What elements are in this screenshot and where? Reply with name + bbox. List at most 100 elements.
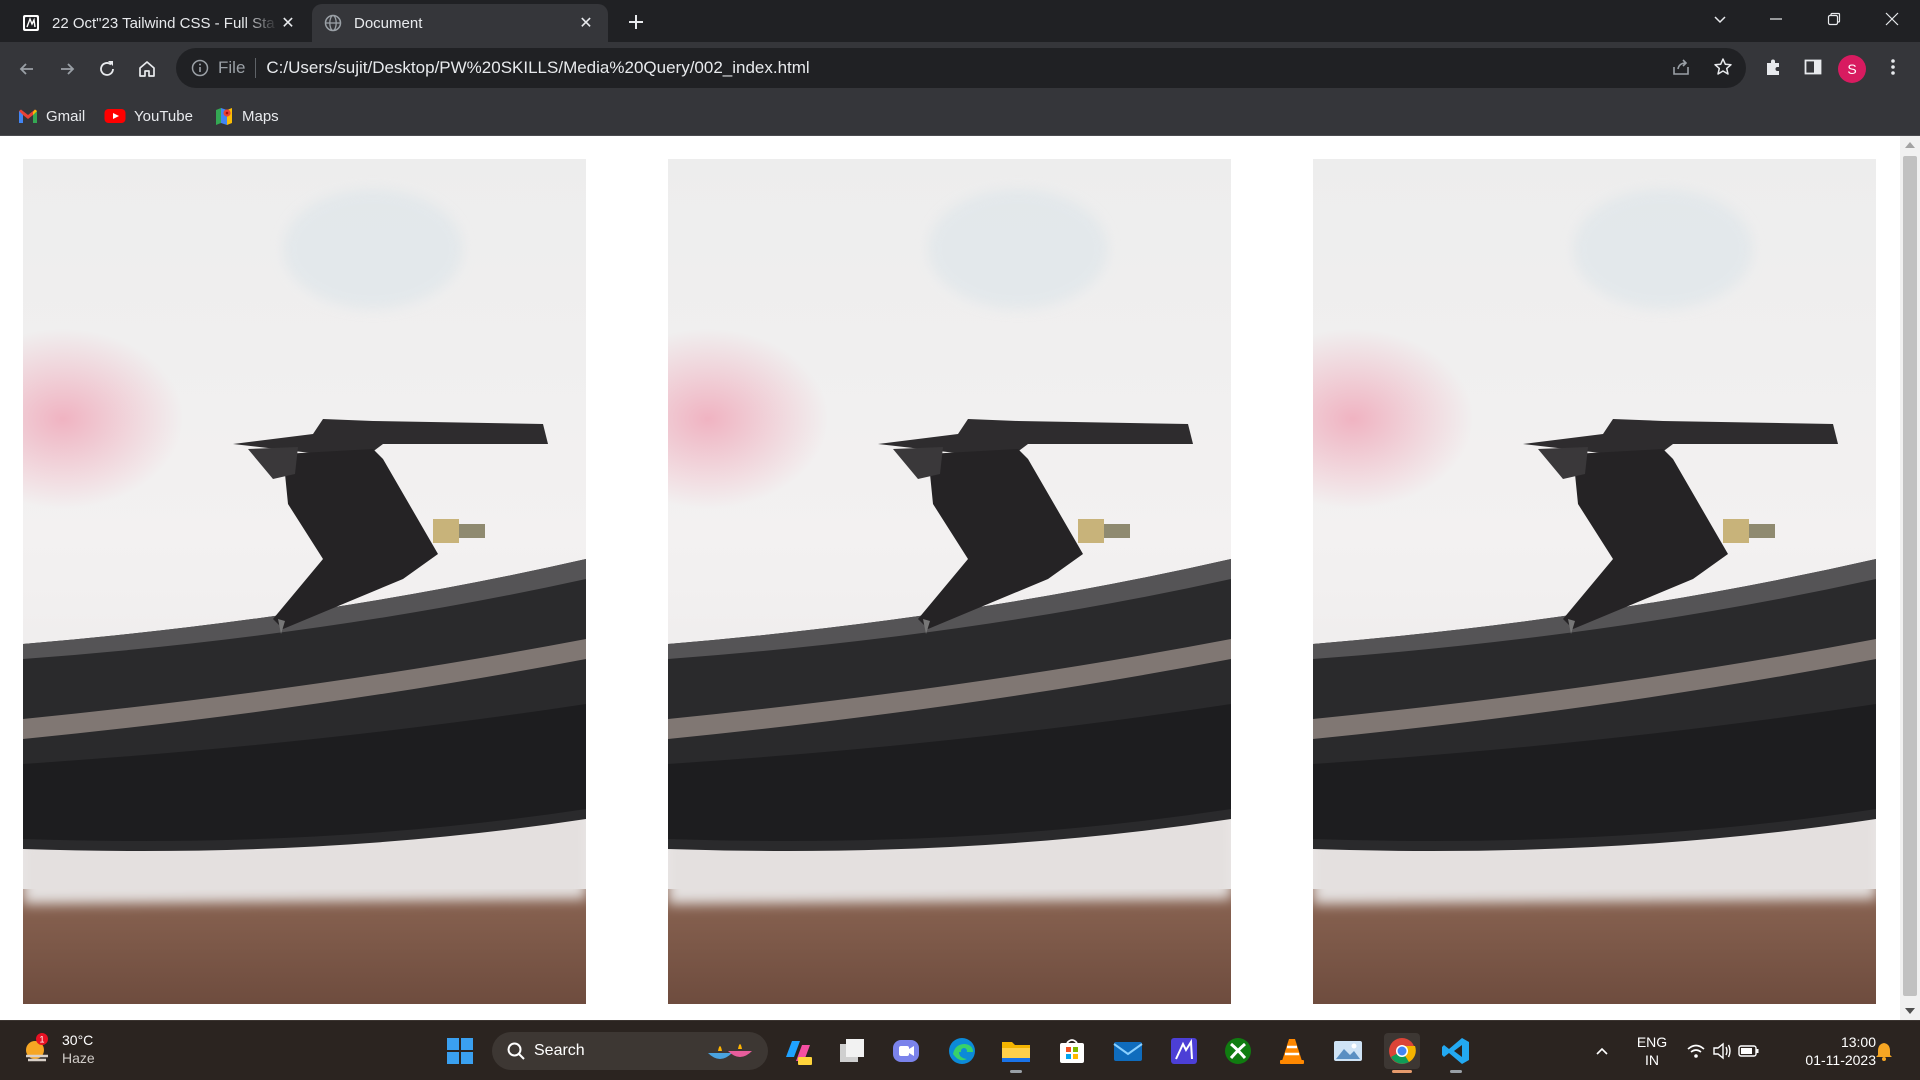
- store-icon: [1060, 1039, 1084, 1063]
- language-code: ENG: [1636, 1034, 1668, 1050]
- close-tab-icon[interactable]: ✕: [278, 13, 298, 33]
- restore-icon: [1827, 12, 1841, 26]
- close-icon: [1885, 12, 1899, 26]
- input-language-indicator[interactable]: ENG IN: [1632, 1033, 1672, 1069]
- clock-time: 13:00: [1840, 1034, 1876, 1050]
- page-viewport: [0, 136, 1900, 1020]
- taskbar-search[interactable]: Search: [492, 1032, 768, 1070]
- scroll-down-icon[interactable]: [1905, 1008, 1915, 1014]
- mail-icon: [1113, 1042, 1143, 1061]
- maps-icon: [216, 108, 232, 125]
- turntable-photo: [668, 159, 1231, 1004]
- chevron-down-icon: [1714, 16, 1726, 24]
- taskbar-clock[interactable]: 13:00 01-11-2023: [1780, 1033, 1876, 1069]
- search-icon: [507, 1042, 525, 1060]
- tab-strip: 22 Oct"23 Tailwind CSS - Full Sta ✕ Docu…: [0, 0, 1920, 42]
- kebab-menu-icon: [1891, 59, 1895, 75]
- quick-settings-button[interactable]: [1680, 1033, 1766, 1069]
- chrome-icon: [1389, 1038, 1416, 1064]
- bookmarks-bar: Gmail YouTube Maps: [0, 96, 1920, 136]
- url-text[interactable]: C:/Users/sujit/Desktop/PW%20SKILLS/Media…: [266, 58, 809, 78]
- taskbar-app-vscode[interactable]: [1438, 1033, 1474, 1073]
- bookmark-gmail[interactable]: Gmail: [18, 104, 85, 128]
- star-icon: [1714, 58, 1732, 75]
- scrollbar-thumb[interactable]: [1903, 156, 1917, 996]
- page-scrollbar[interactable]: [1900, 136, 1920, 1020]
- weather-badge: 1: [39, 1035, 44, 1045]
- tab-tailwind-css[interactable]: 22 Oct"23 Tailwind CSS - Full Sta ✕: [10, 4, 310, 42]
- taskbar-app-teams[interactable]: [888, 1033, 924, 1069]
- start-button[interactable]: [442, 1033, 478, 1069]
- tab-title: 22 Oct"23 Tailwind CSS - Full Sta: [52, 14, 275, 32]
- browser-menu-button[interactable]: [1878, 52, 1908, 82]
- arrow-left-icon: [19, 63, 33, 75]
- bookmark-label: Gmail: [46, 107, 86, 125]
- taskbar-app-task-view[interactable]: [834, 1033, 870, 1069]
- taskbar-app-mail[interactable]: [1110, 1033, 1146, 1069]
- scroll-up-icon[interactable]: [1905, 142, 1915, 148]
- chevron-up-icon: [1596, 1047, 1608, 1055]
- weather-condition: Haze: [62, 1050, 95, 1066]
- side-panel-button[interactable]: [1798, 52, 1828, 82]
- puzzle-icon: [1767, 59, 1779, 75]
- copilot-icon: [786, 1041, 812, 1065]
- running-indicator: [1392, 1070, 1412, 1073]
- vlc-cone-icon: [1280, 1039, 1304, 1064]
- taskbar-app-store[interactable]: [1054, 1033, 1090, 1069]
- site-info-icon[interactable]: [190, 58, 210, 78]
- address-bar[interactable]: File C:/Users/sujit/Desktop/PW%20SKILLS/…: [176, 48, 1746, 88]
- bookmark-star-button[interactable]: [1708, 52, 1738, 82]
- turntable-photo: [1313, 159, 1876, 1004]
- volume-icon: [1713, 1042, 1731, 1060]
- minimize-button[interactable]: [1748, 0, 1804, 38]
- share-button[interactable]: [1666, 52, 1696, 82]
- reload-button[interactable]: [90, 52, 124, 86]
- taskbar-app-xbox[interactable]: [1220, 1033, 1256, 1069]
- url-separator: [255, 58, 257, 78]
- close-tab-icon[interactable]: ✕: [576, 13, 596, 33]
- back-button[interactable]: [10, 52, 44, 86]
- weather-sun-icon: 1: [26, 1033, 48, 1062]
- share-icon: [1673, 59, 1689, 75]
- battery-icon: [1738, 1045, 1759, 1057]
- forward-button[interactable]: [50, 52, 84, 86]
- taskbar-app-pen[interactable]: [1166, 1033, 1202, 1069]
- diwali-lamp-icon: [708, 1044, 752, 1059]
- taskbar-app-file-explorer[interactable]: [998, 1033, 1034, 1073]
- restore-button[interactable]: [1806, 0, 1862, 38]
- tab-document[interactable]: Document ✕: [312, 4, 608, 42]
- edge-icon: [949, 1038, 975, 1064]
- taskbar-app-edge[interactable]: [944, 1033, 980, 1069]
- weather-widget[interactable]: 1 30°C Haze: [20, 1031, 95, 1067]
- show-hidden-icons-button[interactable]: [1584, 1033, 1620, 1069]
- home-icon: [139, 61, 155, 77]
- taskbar-app-copilot[interactable]: [780, 1033, 816, 1069]
- taskbar-app-vlc[interactable]: [1274, 1033, 1310, 1069]
- running-indicator: [1010, 1070, 1022, 1073]
- globe-icon: [324, 14, 342, 32]
- profile-avatar[interactable]: S: [1838, 55, 1866, 83]
- extensions-button[interactable]: [1758, 52, 1788, 82]
- new-tab-button[interactable]: [622, 8, 650, 36]
- taskbar-app-chrome[interactable]: [1384, 1033, 1420, 1073]
- minimize-icon: [1770, 18, 1782, 20]
- gmail-icon: [19, 109, 37, 123]
- photos-icon: [1334, 1041, 1362, 1061]
- vscode-icon: [1442, 1038, 1469, 1064]
- language-region: IN: [1645, 1052, 1659, 1068]
- xbox-icon: [1225, 1038, 1251, 1064]
- notifications-button[interactable]: [1868, 1033, 1900, 1069]
- tab-title: Document: [354, 14, 423, 32]
- pen-app-icon: [1171, 1038, 1197, 1064]
- bookmark-label: Maps: [242, 107, 279, 125]
- browser-toolbar: File C:/Users/sujit/Desktop/PW%20SKILLS/…: [0, 42, 1920, 96]
- taskbar-app-photos[interactable]: [1330, 1033, 1366, 1069]
- folder-icon: [1002, 1042, 1030, 1062]
- bookmark-maps[interactable]: Maps: [214, 104, 279, 128]
- home-button[interactable]: [130, 52, 164, 86]
- close-window-button[interactable]: [1864, 0, 1920, 38]
- bookmark-youtube[interactable]: YouTube: [104, 104, 193, 128]
- tab-search-button[interactable]: [1692, 0, 1748, 38]
- turntable-photo: [23, 159, 586, 1004]
- video-chat-icon: [893, 1040, 919, 1062]
